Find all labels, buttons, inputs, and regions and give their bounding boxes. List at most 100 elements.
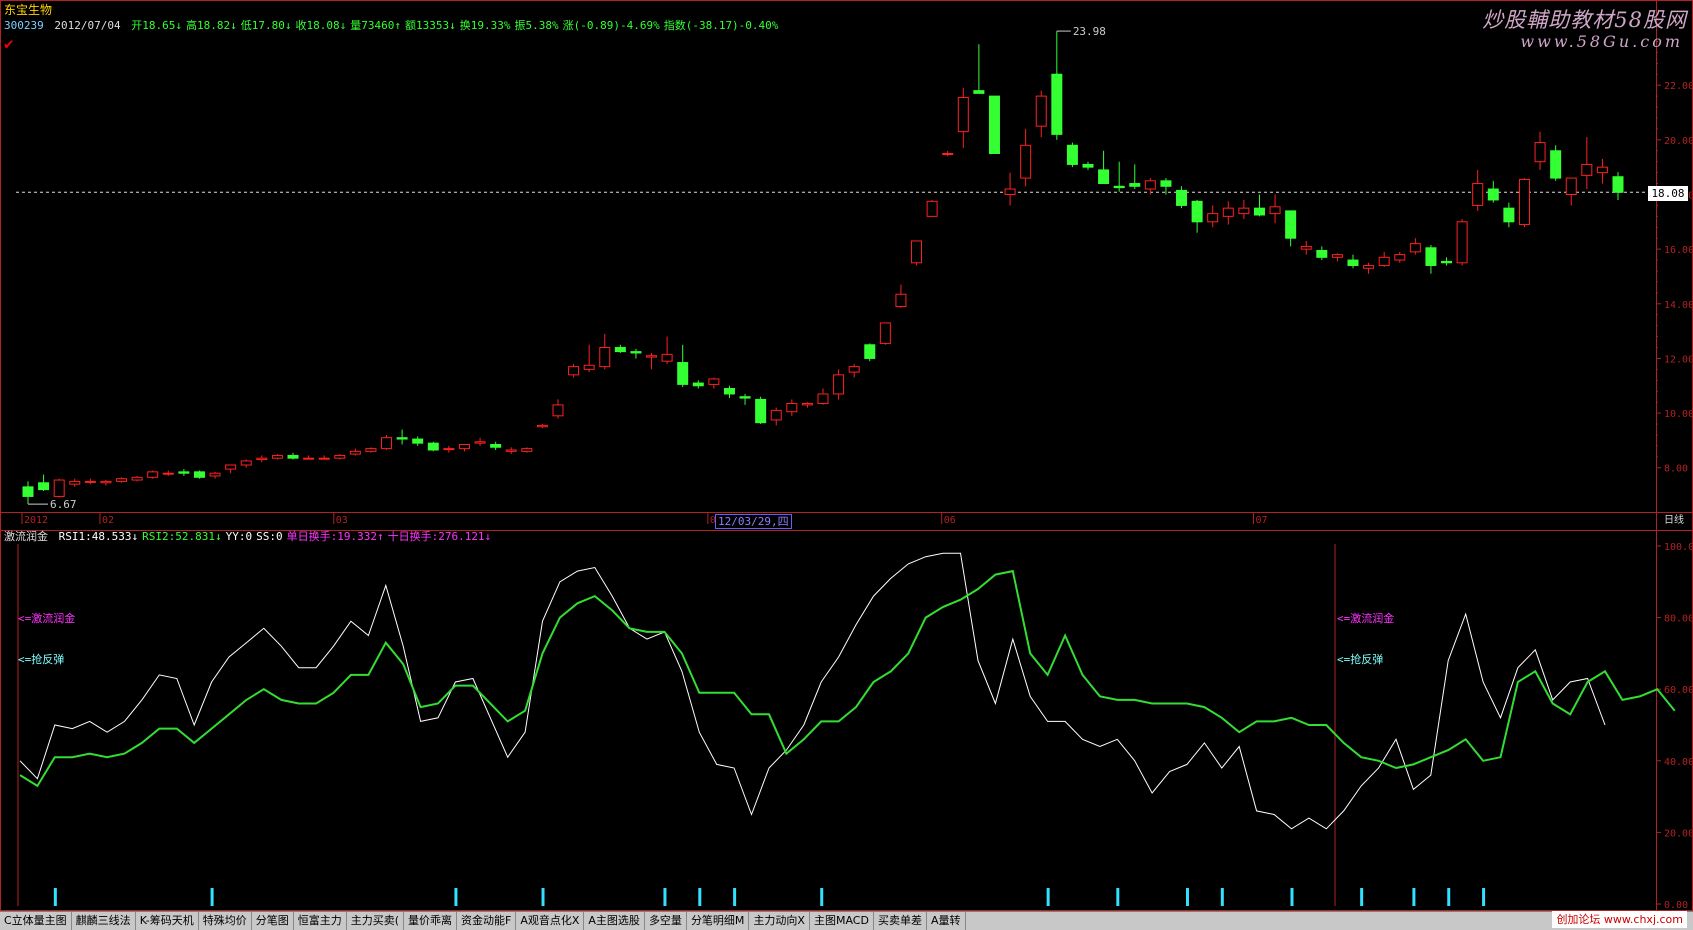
candle-body [1066, 144, 1078, 165]
candle-body [1565, 177, 1577, 195]
tab-item[interactable]: 多空量 [645, 912, 687, 930]
candle-body [583, 364, 595, 370]
candle-body [661, 353, 673, 362]
candle-body [879, 322, 891, 344]
candle-body [209, 472, 221, 477]
tab-item[interactable]: 主力动向X [749, 912, 810, 930]
candle-body [458, 444, 470, 450]
candle-body [1409, 243, 1421, 253]
tab-item[interactable]: 麒麟三线法 [72, 912, 136, 930]
signal-bar [663, 888, 667, 906]
indicator-field: 单日换手:19.332↑ [286, 530, 384, 543]
low-label: 6.67 [50, 498, 77, 511]
candle-body [1518, 178, 1530, 226]
candle-body [1098, 169, 1110, 185]
candle-body [116, 478, 128, 482]
signal-bar [1290, 888, 1294, 906]
candle-body [100, 480, 112, 484]
tab-item[interactable]: 分笔图 [252, 912, 294, 930]
candle-body [1113, 185, 1125, 189]
watermark-url: www.58Gu.com [1520, 32, 1683, 51]
candle-body [1550, 150, 1562, 179]
signal-label: <=激流润金 [1337, 611, 1394, 625]
candle-body [443, 448, 455, 451]
quote-field: 指数(-38.17)-0.40% [663, 19, 779, 32]
signal-bar [53, 888, 57, 906]
quote-field: 收18.08↓ [295, 19, 347, 32]
candle-body [1144, 180, 1156, 190]
candle-body [692, 382, 704, 387]
tab-item[interactable]: A观音点化X [516, 912, 585, 930]
candle-body [1612, 176, 1624, 193]
signal-label: <=抢反弹 [1337, 652, 1383, 666]
signal-bar [1185, 888, 1189, 906]
tab-item[interactable]: 资金动能F [457, 912, 517, 930]
candle-body [521, 448, 533, 452]
candle-body [864, 344, 876, 359]
crosshair-date-box: 12/03/29,四 [715, 514, 792, 529]
tab-item[interactable]: 特殊均价 [199, 912, 252, 930]
series-line-rsi2 [19, 569, 1676, 788]
tab-item[interactable]: C立体量主图 [0, 912, 72, 930]
quote-field: 额13353↓ [404, 19, 456, 32]
candle-body [786, 403, 798, 413]
candle-body [1441, 260, 1453, 264]
quote-line: 300239 2012/07/04 开18.65↓ 高18.82↓ 低17.80↓ 收… [4, 17, 782, 33]
quote-field: 高18.82↓ [185, 19, 237, 32]
candle-body [412, 438, 424, 444]
signal-bar [1116, 888, 1120, 906]
candle-body [349, 450, 361, 455]
candle-body [381, 437, 393, 450]
candle-body [708, 378, 720, 385]
candle-body [490, 444, 502, 448]
tab-item[interactable]: 量价乖离 [404, 912, 458, 930]
candle-body [1020, 144, 1032, 179]
candle-body [505, 449, 517, 452]
tab-item[interactable]: 分笔明细M [687, 912, 750, 930]
tab-item[interactable]: 主图MACD [810, 912, 874, 930]
tab-item[interactable]: A量转 [927, 912, 966, 930]
candle-body [1581, 163, 1593, 176]
period-label: 日线 [1664, 513, 1684, 526]
tab-item[interactable]: 主力买卖( [347, 912, 405, 930]
candle-body [162, 472, 174, 475]
tab-item[interactable]: A主图选股 [584, 912, 645, 930]
signal-bar [210, 888, 214, 906]
candle-body [287, 454, 299, 459]
candle-body [53, 479, 65, 497]
tab-item[interactable]: K-筹码天机 [136, 912, 199, 930]
quote-field: 开18.65↓ [131, 19, 182, 32]
candle-body [84, 480, 96, 483]
signal-bar [820, 888, 824, 906]
tab-item[interactable]: 买卖单差 [874, 912, 927, 930]
candle-body [1238, 207, 1250, 215]
candle-body [848, 366, 860, 373]
signal-label: <=抢反弹 [18, 652, 64, 666]
candle-body [1269, 206, 1281, 215]
chart-canvas: 8.0010.0012.0014.0016.0018.0020.0022.002… [0, 0, 1693, 911]
candle-body [1331, 254, 1343, 258]
candle-body [536, 424, 548, 428]
candle-body [1596, 166, 1608, 174]
candle-body [1425, 247, 1437, 267]
candle-body [988, 95, 1000, 154]
y-tick-label: 22.00 [1664, 81, 1693, 92]
ind-y-label: 0.00 [1664, 900, 1688, 911]
candle-body [1222, 207, 1234, 217]
y-tick-label: 8.00 [1664, 464, 1688, 475]
ind-y-label: 100.00 [1664, 542, 1693, 553]
candle-body [131, 476, 143, 481]
candle-body [334, 454, 346, 459]
quote-field: 振5.38% [514, 19, 559, 32]
signal-bar [698, 888, 702, 906]
candle-body [973, 90, 985, 94]
signal-bar [1412, 888, 1416, 906]
candle-body [926, 200, 938, 217]
candle-body [957, 96, 969, 133]
candle-body [178, 471, 190, 474]
candle-body [1394, 254, 1406, 261]
candle-body [303, 457, 315, 460]
candle-body [599, 347, 611, 368]
candle-body [1534, 142, 1546, 163]
tab-item[interactable]: 恒富主力 [294, 912, 347, 930]
